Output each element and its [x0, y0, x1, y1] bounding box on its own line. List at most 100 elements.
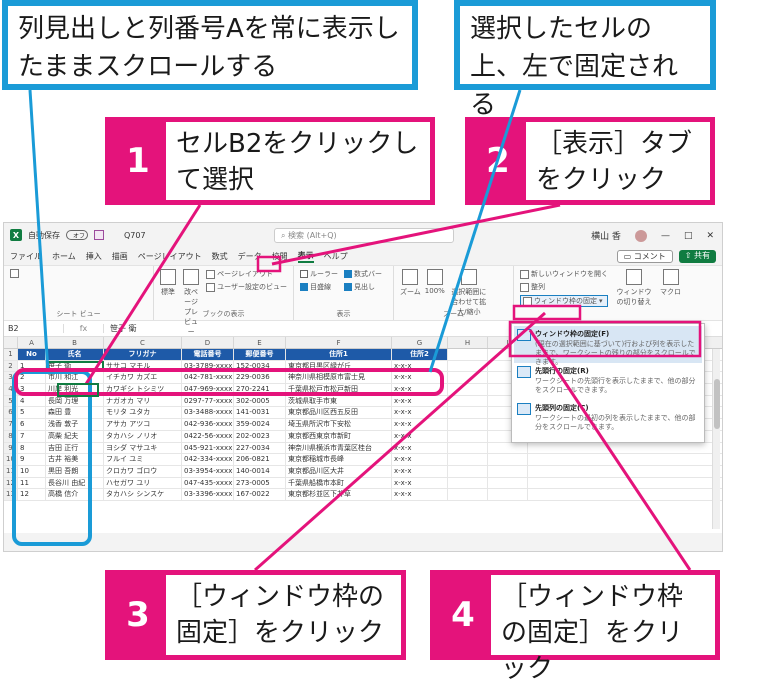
table-cell[interactable]: 03-3954-xxxx [182, 465, 234, 477]
table-cell[interactable]: 03-3396-xxxx [182, 489, 234, 500]
minimize-icon[interactable]: — [661, 231, 670, 241]
tab-file[interactable]: ファイル [10, 251, 42, 262]
table-cell[interactable]: 埼玉県所沢市下安松 [286, 419, 392, 430]
table-cell[interactable]: 黒田 吾朗 [46, 465, 104, 477]
fx-icon[interactable]: fx [64, 324, 104, 333]
custom-view-button[interactable]: ユーザー設定のビュー [206, 282, 287, 292]
autosave-toggle[interactable]: オフ [66, 230, 88, 240]
table-cell[interactable]: 03-3789-xxxx [182, 360, 234, 372]
row-number[interactable]: 2 [4, 360, 18, 372]
table-cell[interactable]: 042-334-xxxx [182, 454, 234, 465]
row-number[interactable]: 7 [4, 419, 18, 430]
table-cell[interactable]: 高柴 紀夫 [46, 430, 104, 442]
table-cell[interactable]: タカハシ シンスケ [104, 489, 182, 500]
table-cell[interactable]: 5 [18, 407, 46, 419]
table-cell[interactable] [448, 430, 488, 442]
header-cell[interactable]: 住所2 [392, 349, 448, 360]
col-header-a[interactable]: A [18, 337, 46, 348]
table-cell[interactable] [448, 395, 488, 407]
table-cell[interactable] [448, 465, 488, 477]
col-header-f[interactable]: F [286, 337, 392, 348]
table-cell[interactable] [448, 477, 488, 489]
table-cell[interactable]: 047-969-xxxx [182, 384, 234, 395]
vertical-scrollbar[interactable] [712, 349, 720, 529]
table-cell[interactable]: 笹子 衛 [46, 360, 104, 372]
row-number[interactable]: 13 [4, 489, 18, 500]
header-cell[interactable]: フリガナ [104, 349, 182, 360]
table-cell[interactable]: 359-0024 [234, 419, 286, 430]
tab-data[interactable]: データ [238, 251, 262, 262]
table-cell[interactable] [448, 360, 488, 372]
table-cell[interactable]: 東京都西東京市新町 [286, 430, 392, 442]
col-header-b[interactable]: B [46, 337, 104, 348]
table-cell[interactable]: 1 [18, 360, 46, 372]
col-header-e[interactable]: E [234, 337, 286, 348]
table-cell[interactable]: 4 [18, 395, 46, 407]
table-cell[interactable] [488, 454, 528, 465]
table-cell[interactable] [448, 384, 488, 395]
freeze-top-row-option[interactable]: 先頭行の固定(R) ワークシートの先頭行を表示したままで、他の部分をスクロールでき… [514, 363, 702, 400]
table-cell[interactable]: フルイ ユミ [104, 454, 182, 465]
col-header-d[interactable]: D [182, 337, 234, 348]
table-cell[interactable]: 152-0034 [234, 360, 286, 372]
table-cell[interactable]: x-x-x [392, 477, 448, 489]
sheet-view-icon[interactable] [10, 269, 19, 278]
table-cell[interactable]: x-x-x [392, 454, 448, 465]
table-cell[interactable] [488, 442, 528, 454]
row-number[interactable]: 11 [4, 465, 18, 477]
table-cell[interactable]: 神奈川県横浜市青葉区桂台 [286, 442, 392, 454]
header-cell[interactable]: 住所1 [286, 349, 392, 360]
table-cell[interactable]: 長谷川 由紀 [46, 477, 104, 489]
save-icon[interactable] [94, 230, 104, 240]
table-cell[interactable]: モリタ ユタカ [104, 407, 182, 419]
table-cell[interactable]: ヨシダ マサユキ [104, 442, 182, 454]
select-all-corner[interactable] [4, 337, 18, 348]
table-cell[interactable]: 2 [18, 372, 46, 384]
formula-input[interactable]: 笹子 衛 [104, 323, 137, 334]
table-cell[interactable] [488, 477, 528, 489]
table-cell[interactable]: 東京都稲城市長峰 [286, 454, 392, 465]
arrange-button[interactable]: 整列 [520, 282, 608, 292]
table-cell[interactable]: x-x-x [392, 372, 448, 384]
table-cell[interactable]: アサカ アツコ [104, 419, 182, 430]
ruler-checkbox[interactable]: ルーラー [300, 269, 338, 279]
table-cell[interactable]: x-x-x [392, 395, 448, 407]
table-cell[interactable]: x-x-x [392, 384, 448, 395]
table-cell[interactable]: x-x-x [392, 360, 448, 372]
table-cell[interactable] [448, 407, 488, 419]
avatar[interactable] [634, 229, 647, 242]
table-cell[interactable]: 206-0821 [234, 454, 286, 465]
formula-bar-checkbox[interactable]: 数式バー [344, 269, 382, 279]
table-cell[interactable] [448, 442, 488, 454]
maximize-icon[interactable]: □ [684, 231, 693, 241]
table-cell[interactable]: 202-0023 [234, 430, 286, 442]
table-cell[interactable]: カワギシ トシミツ [104, 384, 182, 395]
search-box[interactable]: ⌕ 検索 (Alt+Q) [274, 228, 454, 243]
row-number[interactable]: 5 [4, 395, 18, 407]
row-number[interactable]: 12 [4, 477, 18, 489]
tab-page-layout[interactable]: ページレイアウト [138, 251, 202, 262]
table-cell[interactable] [488, 465, 528, 477]
table-cell[interactable]: タカハシ ノリオ [104, 430, 182, 442]
table-cell[interactable]: x-x-x [392, 430, 448, 442]
table-cell[interactable]: x-x-x [392, 407, 448, 419]
table-cell[interactable]: 古井 裕美 [46, 454, 104, 465]
table-cell[interactable]: x-x-x [392, 489, 448, 500]
table-cell[interactable]: 167-0022 [234, 489, 286, 500]
table-cell[interactable]: 8 [18, 442, 46, 454]
table-cell[interactable]: 東京都品川区大井 [286, 465, 392, 477]
table-cell[interactable]: 042-781-xxxx [182, 372, 234, 384]
name-box[interactable]: B2 [4, 324, 64, 333]
col-header-c[interactable]: C [104, 337, 182, 348]
table-cell[interactable] [448, 372, 488, 384]
table-cell[interactable]: x-x-x [392, 465, 448, 477]
table-cell[interactable]: ハセガワ ユリ [104, 477, 182, 489]
header-cell[interactable]: 郵便番号 [234, 349, 286, 360]
tab-view[interactable]: 表示 [297, 250, 314, 263]
table-cell[interactable]: 227-0034 [234, 442, 286, 454]
table-cell[interactable]: 6 [18, 419, 46, 430]
freeze-first-column-option[interactable]: 先頭列の固定(C) ワークシートの最初の列を表示したままで、他の部分をスクロールで… [514, 400, 702, 437]
table-cell[interactable]: 市川 和江 [46, 372, 104, 384]
table-cell[interactable] [448, 454, 488, 465]
table-cell[interactable]: 長岡 万理 [46, 395, 104, 407]
